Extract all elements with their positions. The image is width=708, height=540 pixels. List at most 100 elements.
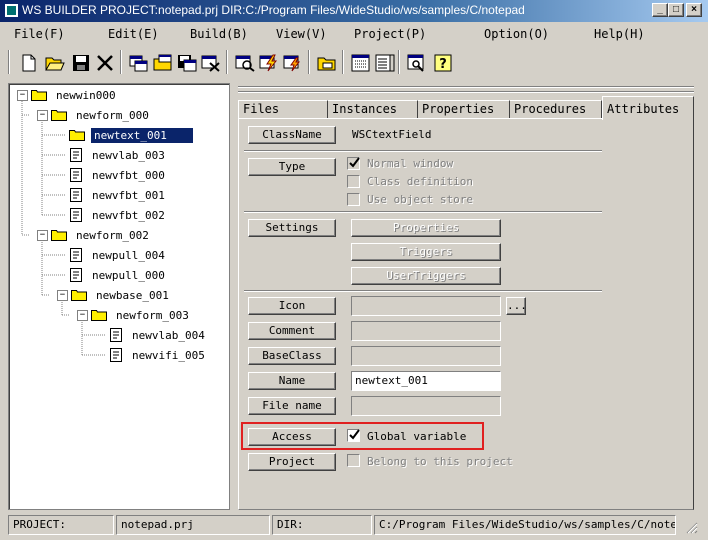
tree-node-form0[interactable]: − newform_000 [37, 105, 152, 125]
minimize-button[interactable]: _ [652, 3, 668, 17]
tree-node-label: newvlab_004 [132, 328, 205, 342]
menu-build[interactable]: Build(B) [190, 27, 248, 41]
tree-node-newvlab-003[interactable]: newvlab_003 [69, 145, 168, 165]
preview-window-icon[interactable] [234, 52, 256, 74]
save-icon[interactable] [70, 52, 92, 74]
name-button[interactable]: Name [248, 372, 336, 390]
tab-files[interactable]: Files [238, 100, 328, 118]
help-icon[interactable]: ? [432, 52, 454, 74]
baseclass-field[interactable] [351, 346, 501, 366]
access-button[interactable]: Access [248, 428, 336, 446]
tree-node-newvfbt-002[interactable]: newvfbt_002 [69, 205, 168, 225]
collapse-icon[interactable]: − [37, 109, 48, 121]
new-window-icon[interactable] [128, 52, 150, 74]
global-variable-checkbox[interactable] [347, 429, 360, 442]
menu-bar: File(F) Edit(E) Build(B) View(V) Project… [0, 22, 708, 46]
document-icon [70, 208, 82, 222]
grid-icon[interactable] [350, 52, 372, 74]
toolbar-separator [398, 50, 400, 74]
tree-node-label: newwin000 [56, 88, 116, 102]
menu-option[interactable]: Option(O) [484, 27, 549, 41]
project-button[interactable]: Project [248, 453, 336, 471]
belong-to-project-checkbox[interactable] [347, 454, 360, 467]
usertriggers-button[interactable]: UserTriggers [351, 267, 501, 285]
checkmark-icon [349, 157, 360, 168]
status-project-label: PROJECT: [8, 515, 114, 535]
folder-icon [31, 90, 47, 101]
baseclass-button[interactable]: BaseClass [248, 347, 336, 365]
use-object-store-checkbox[interactable] [347, 193, 360, 206]
resize-grip-icon[interactable] [684, 520, 698, 534]
status-project-value: notepad.prj [116, 515, 270, 535]
filename-button[interactable]: File name [248, 397, 336, 415]
document-icon [110, 348, 122, 362]
tree-node-newvifi-005[interactable]: newvifi_005 [109, 345, 208, 365]
collapse-icon[interactable]: − [57, 289, 68, 301]
icon-browse-button[interactable]: ... [506, 297, 527, 315]
name-field[interactable]: newtext_001 [351, 371, 501, 391]
maximize-button[interactable]: □ [668, 3, 684, 17]
tab-attributes[interactable]: Attributes [602, 96, 694, 120]
icon-button[interactable]: Icon [248, 297, 336, 315]
tree-node-newtext-001[interactable]: newtext_001 [69, 125, 193, 145]
tree-node-newpull-000[interactable]: newpull_000 [69, 265, 168, 285]
collapse-icon[interactable]: − [37, 229, 48, 241]
save-window-icon[interactable] [176, 52, 198, 74]
tree-node-root[interactable]: − newwin000 [17, 85, 119, 105]
tree-node-base[interactable]: − newbase_001 [57, 285, 172, 305]
svg-text:?: ? [439, 57, 447, 72]
comment-field[interactable] [351, 321, 501, 341]
close-button[interactable]: × [686, 3, 702, 17]
normal-window-checkbox[interactable] [347, 157, 360, 170]
project-folder-icon[interactable] [316, 52, 338, 74]
rebuild-icon[interactable] [282, 52, 304, 74]
tree-node-newvfbt-000[interactable]: newvfbt_000 [69, 165, 168, 185]
tree-node-label: newvfbt_002 [92, 208, 165, 222]
tab-properties[interactable]: Properties [418, 100, 510, 118]
folder-icon [51, 110, 67, 121]
tree-node-label: newvifi_005 [132, 348, 205, 362]
toolbar-separator [308, 50, 310, 74]
tree-node-newvfbt-001[interactable]: newvfbt_001 [69, 185, 168, 205]
class-definition-checkbox[interactable] [347, 175, 360, 188]
list-icon[interactable] [374, 52, 396, 74]
menu-project[interactable]: Project(P) [354, 27, 426, 41]
document-icon [110, 328, 122, 342]
tab-procedures[interactable]: Procedures [510, 100, 602, 118]
tree-node-form3[interactable]: − newform_003 [77, 305, 192, 325]
settings-button[interactable]: Settings [248, 219, 336, 237]
tree-node-newvlab-004[interactable]: newvlab_004 [109, 325, 208, 345]
filename-field[interactable] [351, 396, 501, 416]
open-window-icon[interactable] [152, 52, 174, 74]
instance-tree[interactable]: − newwin000 − newform_000 newtext_001 ne… [8, 83, 230, 510]
inspect-icon[interactable] [406, 52, 428, 74]
menu-view[interactable]: View(V) [276, 27, 327, 41]
app-icon [5, 4, 18, 17]
tree-node-form2[interactable]: − newform_002 [37, 225, 152, 245]
title-bar[interactable]: WS BUILDER PROJECT:notepad.prj DIR:C:/Pr… [0, 0, 708, 22]
normal-window-label: Normal window [367, 157, 454, 170]
tree-node-label: newvfbt_000 [92, 168, 165, 182]
menu-edit[interactable]: Edit(E) [108, 27, 159, 41]
menu-file[interactable]: File(F) [14, 27, 65, 41]
open-folder-icon[interactable] [44, 52, 66, 74]
classname-button[interactable]: ClassName [248, 126, 336, 144]
checkmark-icon [349, 429, 360, 440]
new-file-icon[interactable] [18, 52, 40, 74]
build-icon[interactable] [258, 52, 280, 74]
comment-button[interactable]: Comment [248, 322, 336, 340]
tab-instances[interactable]: Instances [328, 100, 418, 118]
toolbar-separator [120, 50, 122, 74]
collapse-icon[interactable]: − [77, 309, 88, 321]
properties-button[interactable]: Properties [351, 219, 501, 237]
tree-node-newpull-004[interactable]: newpull_004 [69, 245, 168, 265]
triggers-button[interactable]: Triggers [351, 243, 501, 261]
close-window-icon[interactable] [200, 52, 222, 74]
toolbar-separator [226, 50, 228, 74]
type-button[interactable]: Type [248, 158, 336, 176]
tree-node-label: newbase_001 [96, 288, 169, 302]
collapse-icon[interactable]: − [17, 89, 28, 101]
icon-field[interactable] [351, 296, 501, 316]
delete-icon[interactable] [94, 52, 116, 74]
menu-help[interactable]: Help(H) [594, 27, 645, 41]
